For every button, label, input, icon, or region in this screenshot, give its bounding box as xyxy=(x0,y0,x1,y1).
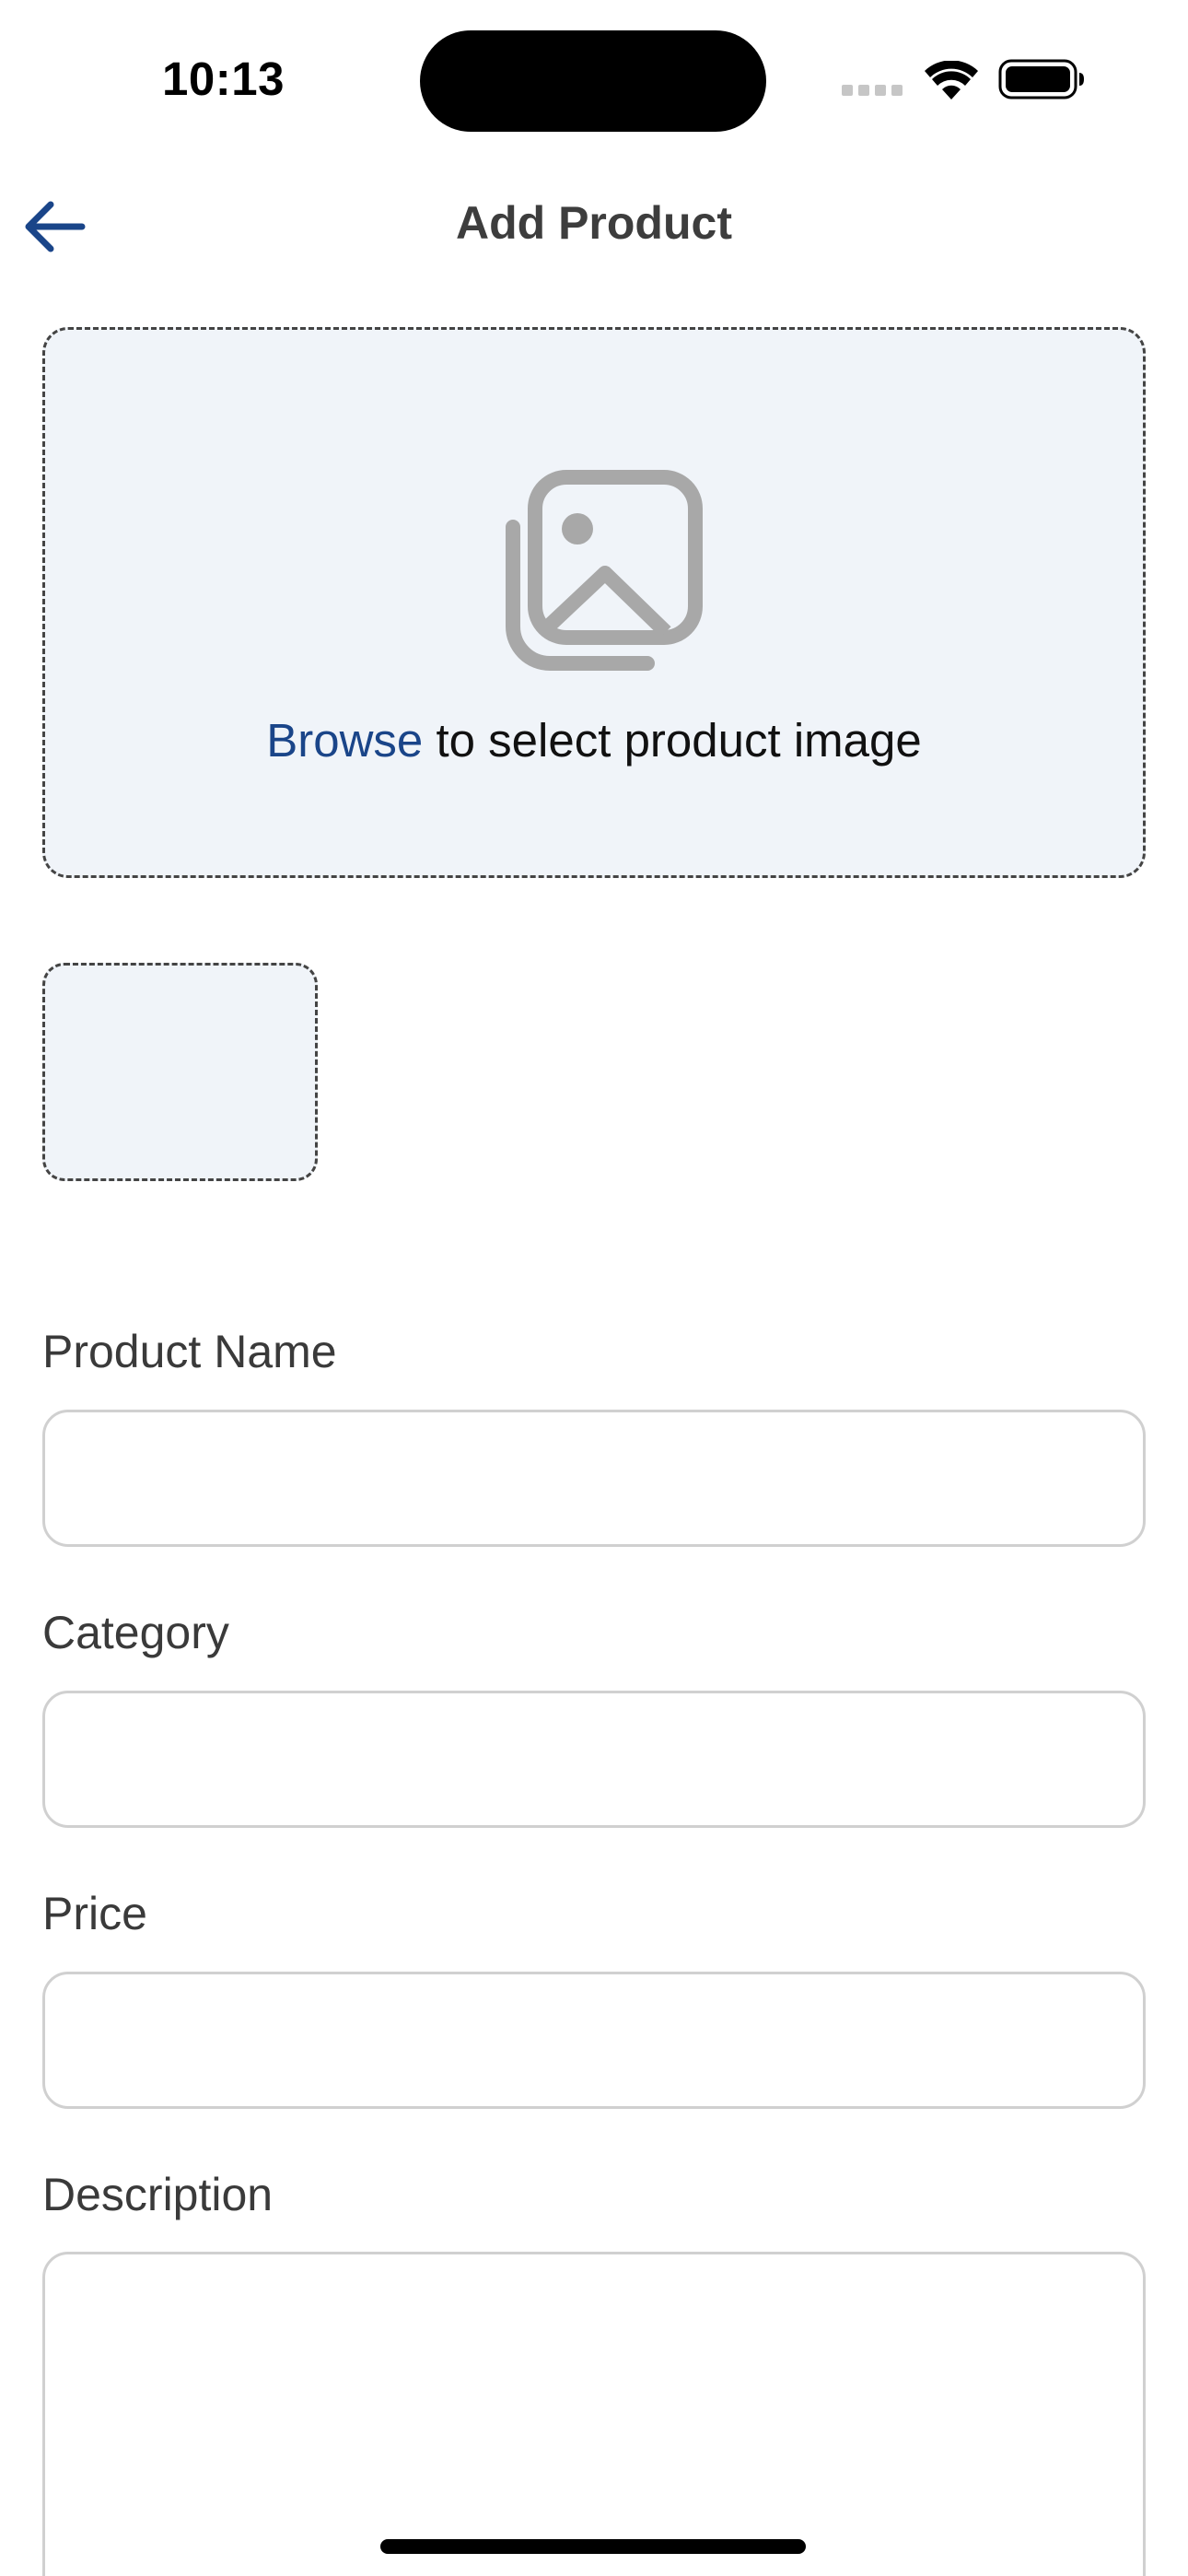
product-image-dropzone[interactable]: Browse to select product image xyxy=(42,327,1146,878)
battery-icon xyxy=(998,59,1084,100)
status-time: 10:13 xyxy=(162,53,285,105)
price-input[interactable] xyxy=(42,1972,1146,2109)
page-title: Add Product xyxy=(456,197,732,249)
image-thumbnail-slot[interactable] xyxy=(42,963,318,1181)
category-label: Category xyxy=(42,1607,229,1658)
cellular-signal-icon xyxy=(842,85,904,96)
price-label: Price xyxy=(42,1888,147,1939)
upload-instructions: Browse to select product image xyxy=(45,713,1143,767)
add-product-screen: 10:13 Add Product Browse to select produ… xyxy=(0,0,1188,2576)
dynamic-island xyxy=(420,30,766,132)
image-gallery-icon xyxy=(506,470,703,671)
product-name-input[interactable] xyxy=(42,1410,1146,1547)
wifi-icon xyxy=(925,61,978,100)
browse-link[interactable]: Browse xyxy=(266,714,423,767)
description-label: Description xyxy=(42,2169,274,2220)
category-input[interactable] xyxy=(42,1691,1146,1828)
description-textarea[interactable] xyxy=(42,2252,1146,2576)
upload-instructions-text: to select product image xyxy=(423,714,922,767)
home-indicator[interactable] xyxy=(380,2539,806,2554)
product-name-label: Product Name xyxy=(42,1326,337,1377)
